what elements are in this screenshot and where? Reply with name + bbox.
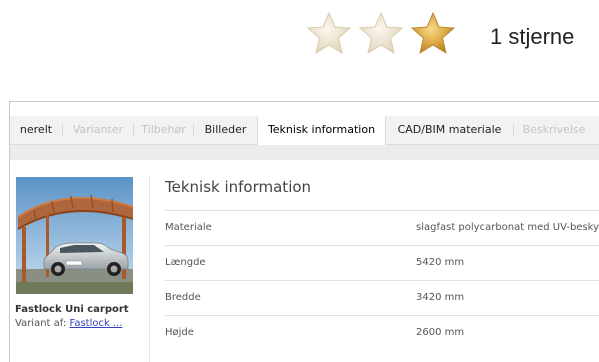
spec-key: Længde xyxy=(165,257,206,268)
rating-label: 1 stjerne xyxy=(490,24,575,49)
tab-bar: nerelt Varianter Tilbehør Billeder Tekni… xyxy=(10,116,599,145)
spec-key: Materiale xyxy=(165,222,212,233)
table-row: Længde 5420 mm xyxy=(165,245,599,280)
tab-cad-bim[interactable]: CAD/BIM materiale xyxy=(386,116,513,144)
variant-line: Variant af: Fastlock ... xyxy=(15,318,123,329)
product-image[interactable] xyxy=(16,177,133,294)
spec-value: 3420 mm xyxy=(416,292,465,303)
star-icon[interactable] xyxy=(357,10,405,58)
tab-billeder[interactable]: Billeder xyxy=(194,116,257,144)
variant-link[interactable]: Fastlock ... xyxy=(70,318,123,329)
table-row: Materiale slagfast polycarbonat med UV-b… xyxy=(165,210,599,245)
tab-tilbehor[interactable]: Tilbehør xyxy=(134,116,193,144)
spec-table: Materiale slagfast polycarbonat med UV-b… xyxy=(165,210,599,350)
star-icon[interactable] xyxy=(409,10,457,58)
spec-key: Højde xyxy=(165,327,194,338)
tab-varianter[interactable]: Varianter xyxy=(63,116,133,144)
spec-value: 5420 mm xyxy=(416,257,465,268)
product-name: Fastlock Uni carport xyxy=(15,304,129,315)
tab-beskrivelse[interactable]: Beskrivelse xyxy=(514,116,594,144)
product-panel: nerelt Varianter Tilbehør Billeder Tekni… xyxy=(9,101,599,362)
spec-key: Bredde xyxy=(165,292,201,303)
spec-value: 2600 mm xyxy=(416,327,465,338)
star-icon[interactable] xyxy=(305,10,353,58)
column-divider xyxy=(149,177,150,362)
rating-widget: 1 stjerne xyxy=(0,10,599,70)
variant-prefix: Variant af: xyxy=(15,318,67,329)
table-row: Højde 2600 mm xyxy=(165,315,599,350)
spec-value: slagfast polycarbonat med UV-besky xyxy=(416,222,599,233)
tab-teknisk-information[interactable]: Teknisk information xyxy=(257,116,386,145)
tab-generelt[interactable]: nerelt xyxy=(10,116,62,144)
section-title: Teknisk information xyxy=(165,178,312,196)
table-row: Bredde 3420 mm xyxy=(165,280,599,315)
tab-content-strip xyxy=(10,145,599,160)
